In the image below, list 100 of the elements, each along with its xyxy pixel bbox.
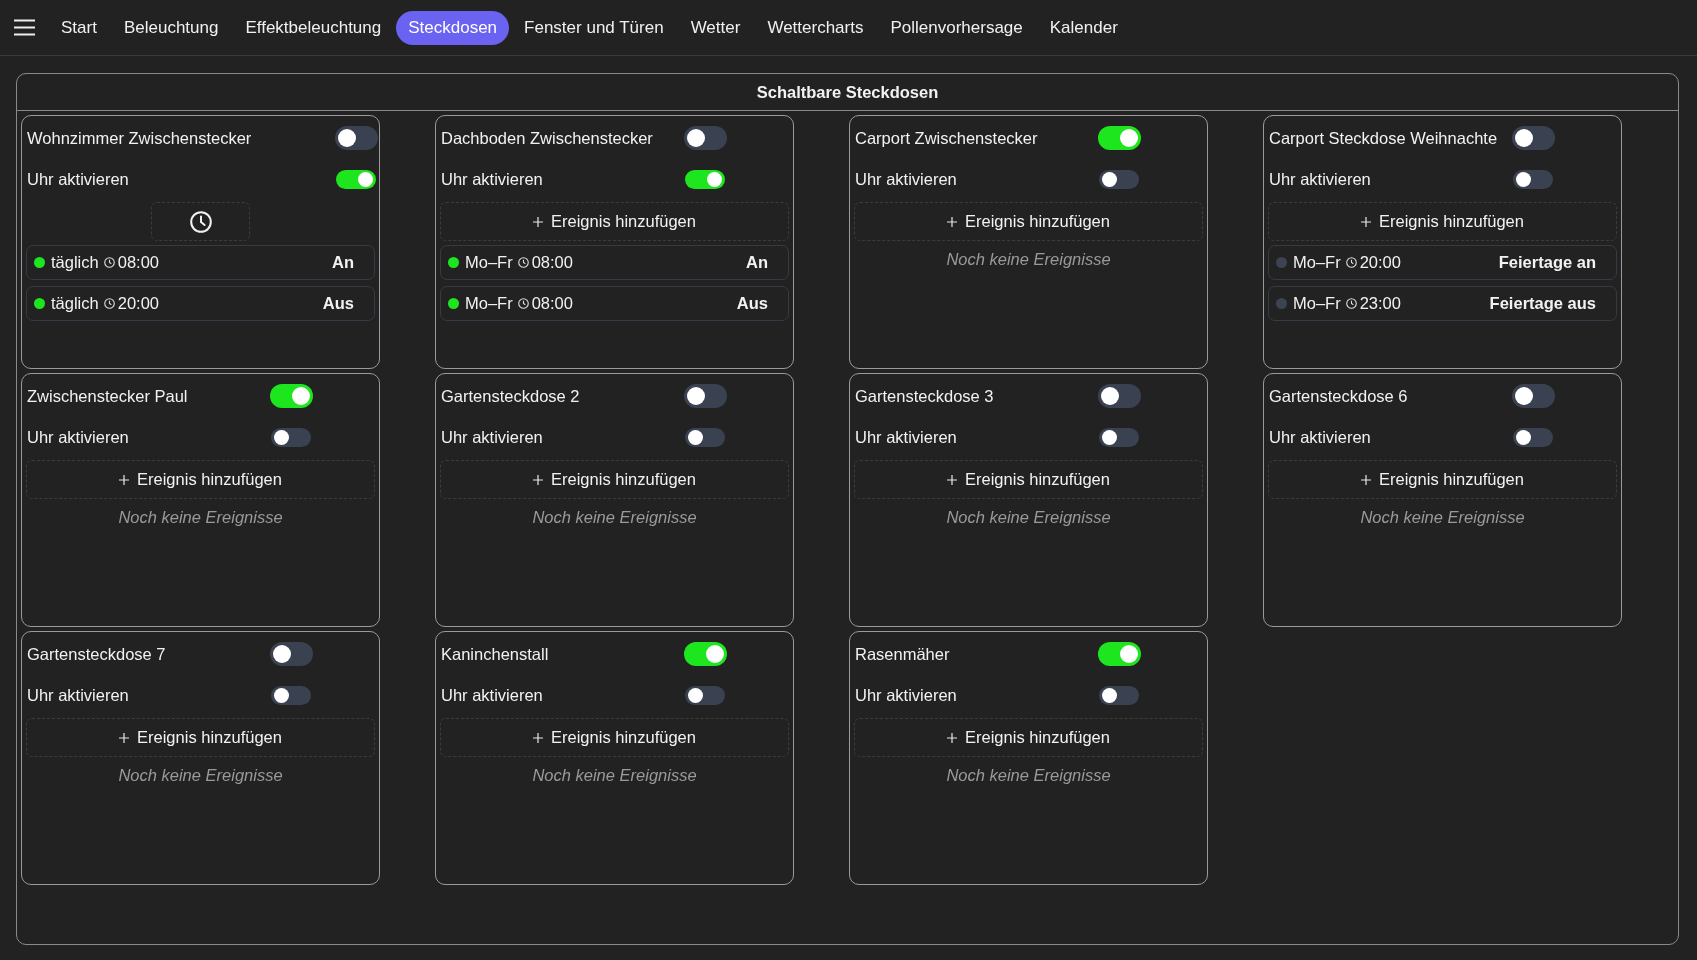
- timer-label: Uhr aktivieren: [441, 169, 544, 189]
- add-event-button[interactable]: Ereignis hinzufügen: [440, 202, 789, 241]
- panel-title: Schaltbare Steckdosen: [756, 82, 939, 102]
- toggle-switch[interactable]: [685, 169, 725, 189]
- toggle-switch[interactable]: [683, 384, 727, 408]
- add-event-button[interactable]: Ereignis hinzufügen: [1268, 460, 1617, 499]
- event-time: 20:00: [117, 294, 159, 313]
- empty-message: Noch keine Ereignisse: [1359, 507, 1526, 528]
- nav-tab[interactable]: Effektbeleuchtung: [233, 10, 394, 45]
- device-name: Gartensteckdose 7: [27, 644, 167, 664]
- timer-label: Uhr aktivieren: [1269, 427, 1372, 447]
- add-event-button[interactable]: Ereignis hinzufügen: [26, 460, 375, 499]
- empty-message: Noch keine Ereignisse: [531, 765, 698, 786]
- event-days: täglich: [51, 253, 99, 272]
- toggle-switch[interactable]: [685, 427, 725, 447]
- event-days: Mo–Fr: [465, 294, 513, 313]
- device-name: Wohnzimmer Zwischenstecker: [27, 128, 253, 148]
- toggle-switch[interactable]: [334, 126, 378, 150]
- add-event-button[interactable]: Ereignis hinzufügen: [1268, 202, 1617, 241]
- nav-tab[interactable]: Kalender: [1037, 10, 1130, 45]
- timer-label: Uhr aktivieren: [27, 685, 130, 705]
- event-time: 08:00: [531, 253, 573, 272]
- device-name: Zwischenstecker Paul: [27, 386, 189, 406]
- device-name: Dachboden Zwischenstecker: [441, 128, 654, 148]
- toggle-switch[interactable]: [336, 169, 376, 189]
- nav-tab[interactable]: Wettercharts: [755, 10, 876, 45]
- plus-icon: [1361, 474, 1372, 485]
- device-name: Gartensteckdose 6: [1269, 386, 1409, 406]
- toggle-switch[interactable]: [271, 685, 311, 705]
- toggle-switch[interactable]: [1099, 685, 1139, 705]
- add-event-button[interactable]: Ereignis hinzufügen: [26, 718, 375, 757]
- clock-icon: [1345, 257, 1357, 268]
- event-days: Mo–Fr: [465, 253, 513, 272]
- plus-icon: [947, 732, 958, 743]
- plus-icon: [1361, 216, 1372, 227]
- event-time: 08:00: [117, 253, 159, 272]
- toggle-switch[interactable]: [1511, 384, 1555, 408]
- event-row[interactable]: Mo–Fr 08:00 An: [440, 245, 789, 280]
- nav-tab[interactable]: Beleuchtung: [111, 10, 231, 45]
- clock-icon: [517, 257, 529, 268]
- event-time: 20:00: [1359, 253, 1401, 272]
- toggle-switch[interactable]: [1097, 384, 1141, 408]
- empty-message: Noch keine Ereignisse: [117, 507, 284, 528]
- plus-icon: [947, 216, 958, 227]
- empty-message: Noch keine Ereignisse: [945, 765, 1112, 786]
- nav-tab[interactable]: Start: [49, 10, 109, 45]
- nav-tab[interactable]: Fenster und Türen: [512, 10, 676, 45]
- event-row[interactable]: Mo–Fr 08:00 Aus: [440, 286, 789, 321]
- timer-label: Uhr aktivieren: [855, 427, 958, 447]
- device-name: Rasenmäher: [855, 644, 951, 664]
- event-action: Aus: [736, 294, 768, 313]
- timer-label: Uhr aktivieren: [27, 427, 130, 447]
- add-event-button[interactable]: Ereignis hinzufügen: [854, 718, 1203, 757]
- timer-label: Uhr aktivieren: [441, 427, 544, 447]
- event-days: Mo–Fr: [1293, 253, 1341, 272]
- menu-icon[interactable]: [14, 19, 35, 36]
- toggle-switch[interactable]: [1099, 427, 1139, 447]
- nav-tab[interactable]: Pollenvorhersage: [878, 10, 1035, 45]
- plus-icon: [533, 474, 544, 485]
- device-name: Carport Zwischenstecker: [855, 128, 1039, 148]
- timer-label: Uhr aktivieren: [855, 169, 958, 189]
- clock-icon: [103, 298, 115, 309]
- toggle-switch[interactable]: [683, 126, 727, 150]
- clock-icon: [1345, 298, 1357, 309]
- add-event-button[interactable]: Ereignis hinzufügen: [854, 202, 1203, 241]
- toggle-switch[interactable]: [269, 384, 313, 408]
- plus-icon: [119, 474, 130, 485]
- device-name: Gartensteckdose 3: [855, 386, 995, 406]
- event-row[interactable]: täglich 08:00 An: [26, 245, 375, 280]
- event-row[interactable]: täglich 20:00 Aus: [26, 286, 375, 321]
- nav-tab[interactable]: Wetter: [678, 10, 753, 45]
- event-time: 08:00: [531, 294, 573, 313]
- toggle-switch[interactable]: [685, 685, 725, 705]
- toggle-switch[interactable]: [1097, 126, 1141, 150]
- toggle-switch[interactable]: [1513, 427, 1553, 447]
- toggle-switch[interactable]: [1513, 169, 1553, 189]
- timer-label: Uhr aktivieren: [441, 685, 544, 705]
- event-days: Mo–Fr: [1293, 294, 1341, 313]
- toggle-switch[interactable]: [1511, 126, 1555, 150]
- plus-icon: [947, 474, 958, 485]
- empty-message: Noch keine Ereignisse: [945, 249, 1112, 270]
- clock-icon: [103, 257, 115, 268]
- event-row[interactable]: Mo–Fr 23:00 Feiertage aus: [1268, 286, 1617, 321]
- event-row[interactable]: Mo–Fr 20:00 Feiertage an: [1268, 245, 1617, 280]
- add-event-button[interactable]: [151, 202, 250, 241]
- toggle-switch[interactable]: [683, 642, 727, 666]
- toggle-switch[interactable]: [269, 642, 313, 666]
- add-event-button[interactable]: Ereignis hinzufügen: [440, 718, 789, 757]
- toggle-switch[interactable]: [1097, 642, 1141, 666]
- add-event-button[interactable]: Ereignis hinzufügen: [440, 460, 789, 499]
- event-action: Feiertage aus: [1489, 294, 1596, 313]
- empty-message: Noch keine Ereignisse: [117, 765, 284, 786]
- empty-message: Noch keine Ereignisse: [531, 507, 698, 528]
- timer-label: Uhr aktivieren: [1269, 169, 1372, 189]
- nav-tab[interactable]: Steckdosen: [396, 10, 510, 45]
- toggle-switch[interactable]: [271, 427, 311, 447]
- add-event-button[interactable]: Ereignis hinzufügen: [854, 460, 1203, 499]
- event-action: An: [746, 253, 768, 272]
- toggle-switch[interactable]: [1099, 169, 1139, 189]
- clock-icon: [189, 210, 212, 233]
